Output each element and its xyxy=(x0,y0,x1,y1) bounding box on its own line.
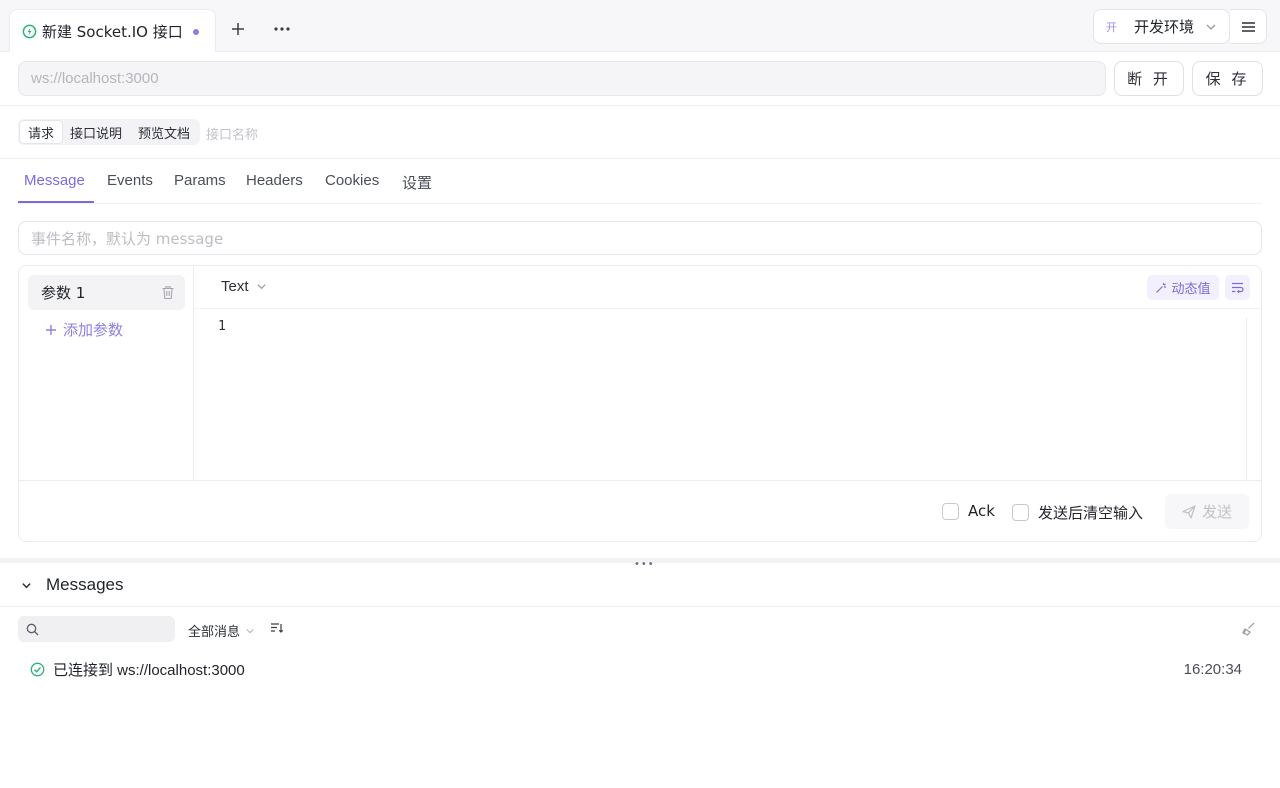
new-tab-button[interactable] xyxy=(225,16,251,42)
content-type-select[interactable]: Text xyxy=(221,278,267,295)
segment-description[interactable]: 接口说明 xyxy=(62,121,130,143)
add-param-button[interactable]: 添加参数 xyxy=(45,319,123,340)
tab-title: 新建 Socket.IO 接口 xyxy=(42,22,183,41)
more-icon xyxy=(274,27,290,31)
message-time: 16:20:34 xyxy=(1183,660,1242,678)
message-search-input[interactable] xyxy=(18,616,175,642)
subtab-divider xyxy=(18,203,1262,204)
tab-settings[interactable]: 设置 xyxy=(402,172,432,202)
request-segment: 请求 接口说明 预览文档 xyxy=(18,119,201,145)
magic-wand-icon xyxy=(1156,282,1167,293)
event-name-input[interactable]: 事件名称，默认为 message xyxy=(18,221,1262,255)
environment-select[interactable]: 开 开发环境 xyxy=(1093,9,1230,44)
unsaved-dot-icon xyxy=(193,29,199,35)
editor-toolbar: Text 动态值 xyxy=(194,266,1261,309)
messages-title: Messages xyxy=(46,575,124,594)
check-circle-icon xyxy=(30,662,45,676)
url-input[interactable]: ws://localhost:3000 xyxy=(18,61,1106,96)
plus-icon xyxy=(232,23,244,35)
divider xyxy=(0,105,1280,106)
disconnect-button[interactable]: 断 开 xyxy=(1114,61,1184,96)
ack-label: Ack xyxy=(968,502,995,520)
content-type-label: Text xyxy=(221,278,249,295)
message-text: 已连接到 ws://localhost:3000 xyxy=(53,661,245,679)
environment-badge: 开 xyxy=(1106,20,1117,34)
environment-name: 开发环境 xyxy=(1134,18,1195,36)
tab-events[interactable]: Events xyxy=(107,172,153,202)
param-label: 参数 1 xyxy=(41,284,86,302)
search-icon xyxy=(26,623,39,635)
ack-checkbox[interactable]: Ack xyxy=(942,502,995,520)
clear-after-send-label: 发送后清空输入 xyxy=(1038,504,1144,522)
send-button[interactable]: 发送 xyxy=(1165,494,1249,529)
chevron-down-icon xyxy=(22,582,31,588)
trash-icon[interactable] xyxy=(161,285,175,300)
tab-headers[interactable]: Headers xyxy=(246,172,303,202)
plus-icon xyxy=(46,324,56,335)
list-item[interactable]: 已连接到 ws://localhost:3000 16:20:34 xyxy=(30,659,1242,679)
tab-bar: 新建 Socket.IO 接口 开 开发环境 xyxy=(0,0,1280,52)
dynamic-value-button[interactable]: 动态值 xyxy=(1147,275,1219,300)
tab-message[interactable]: Message xyxy=(24,172,85,202)
drag-handle-icon[interactable]: ••• xyxy=(634,560,655,570)
segment-preview-doc[interactable]: 预览文档 xyxy=(130,121,198,143)
tab-socketio[interactable]: 新建 Socket.IO 接口 xyxy=(9,9,216,52)
chevron-down-icon xyxy=(256,284,266,290)
main-menu-button[interactable] xyxy=(1230,9,1267,44)
divider xyxy=(0,606,1280,607)
message-filter-select[interactable]: 全部消息 xyxy=(188,621,255,640)
hamburger-menu-icon xyxy=(1241,21,1255,32)
interface-name-input[interactable]: 接口名称 xyxy=(206,124,258,143)
sort-button[interactable] xyxy=(270,622,284,638)
active-tab-indicator xyxy=(18,201,94,203)
divider xyxy=(0,158,1280,159)
checkbox-box xyxy=(1012,504,1029,521)
broom-icon xyxy=(1242,622,1255,636)
param-list: 参数 1 添加参数 xyxy=(19,266,194,480)
send-options: Ack 发送后清空输入 发送 xyxy=(19,480,1261,542)
messages-header[interactable]: Messages xyxy=(21,575,123,595)
add-param-label: 添加参数 xyxy=(63,321,124,339)
filter-label: 全部消息 xyxy=(188,625,241,640)
chevron-down-icon xyxy=(1206,24,1216,30)
message-editor-panel: 参数 1 添加参数 Text 动态值 1 Ack 发送后清空输入 发送 xyxy=(18,265,1262,542)
socketio-icon xyxy=(22,24,37,39)
dynamic-value-label: 动态值 xyxy=(1171,282,1211,297)
tab-cookies[interactable]: Cookies xyxy=(325,172,379,202)
sort-icon xyxy=(271,623,284,633)
line-number: 1 xyxy=(218,319,226,334)
param-item[interactable]: 参数 1 xyxy=(28,275,185,310)
editor-scrollbar[interactable] xyxy=(1246,318,1262,480)
send-label: 发送 xyxy=(1201,503,1232,521)
tab-params[interactable]: Params xyxy=(174,172,226,202)
send-icon xyxy=(1182,504,1196,519)
chevron-down-icon xyxy=(246,628,254,633)
clear-after-send-checkbox[interactable]: 发送后清空输入 xyxy=(1012,502,1143,523)
checkbox-box xyxy=(942,502,959,520)
save-button[interactable]: 保 存 xyxy=(1192,61,1263,96)
clear-messages-button[interactable] xyxy=(1241,622,1256,640)
word-wrap-button[interactable] xyxy=(1225,275,1250,300)
more-tabs-button[interactable] xyxy=(269,16,295,42)
segment-request[interactable]: 请求 xyxy=(20,121,63,143)
word-wrap-icon xyxy=(1232,282,1244,293)
